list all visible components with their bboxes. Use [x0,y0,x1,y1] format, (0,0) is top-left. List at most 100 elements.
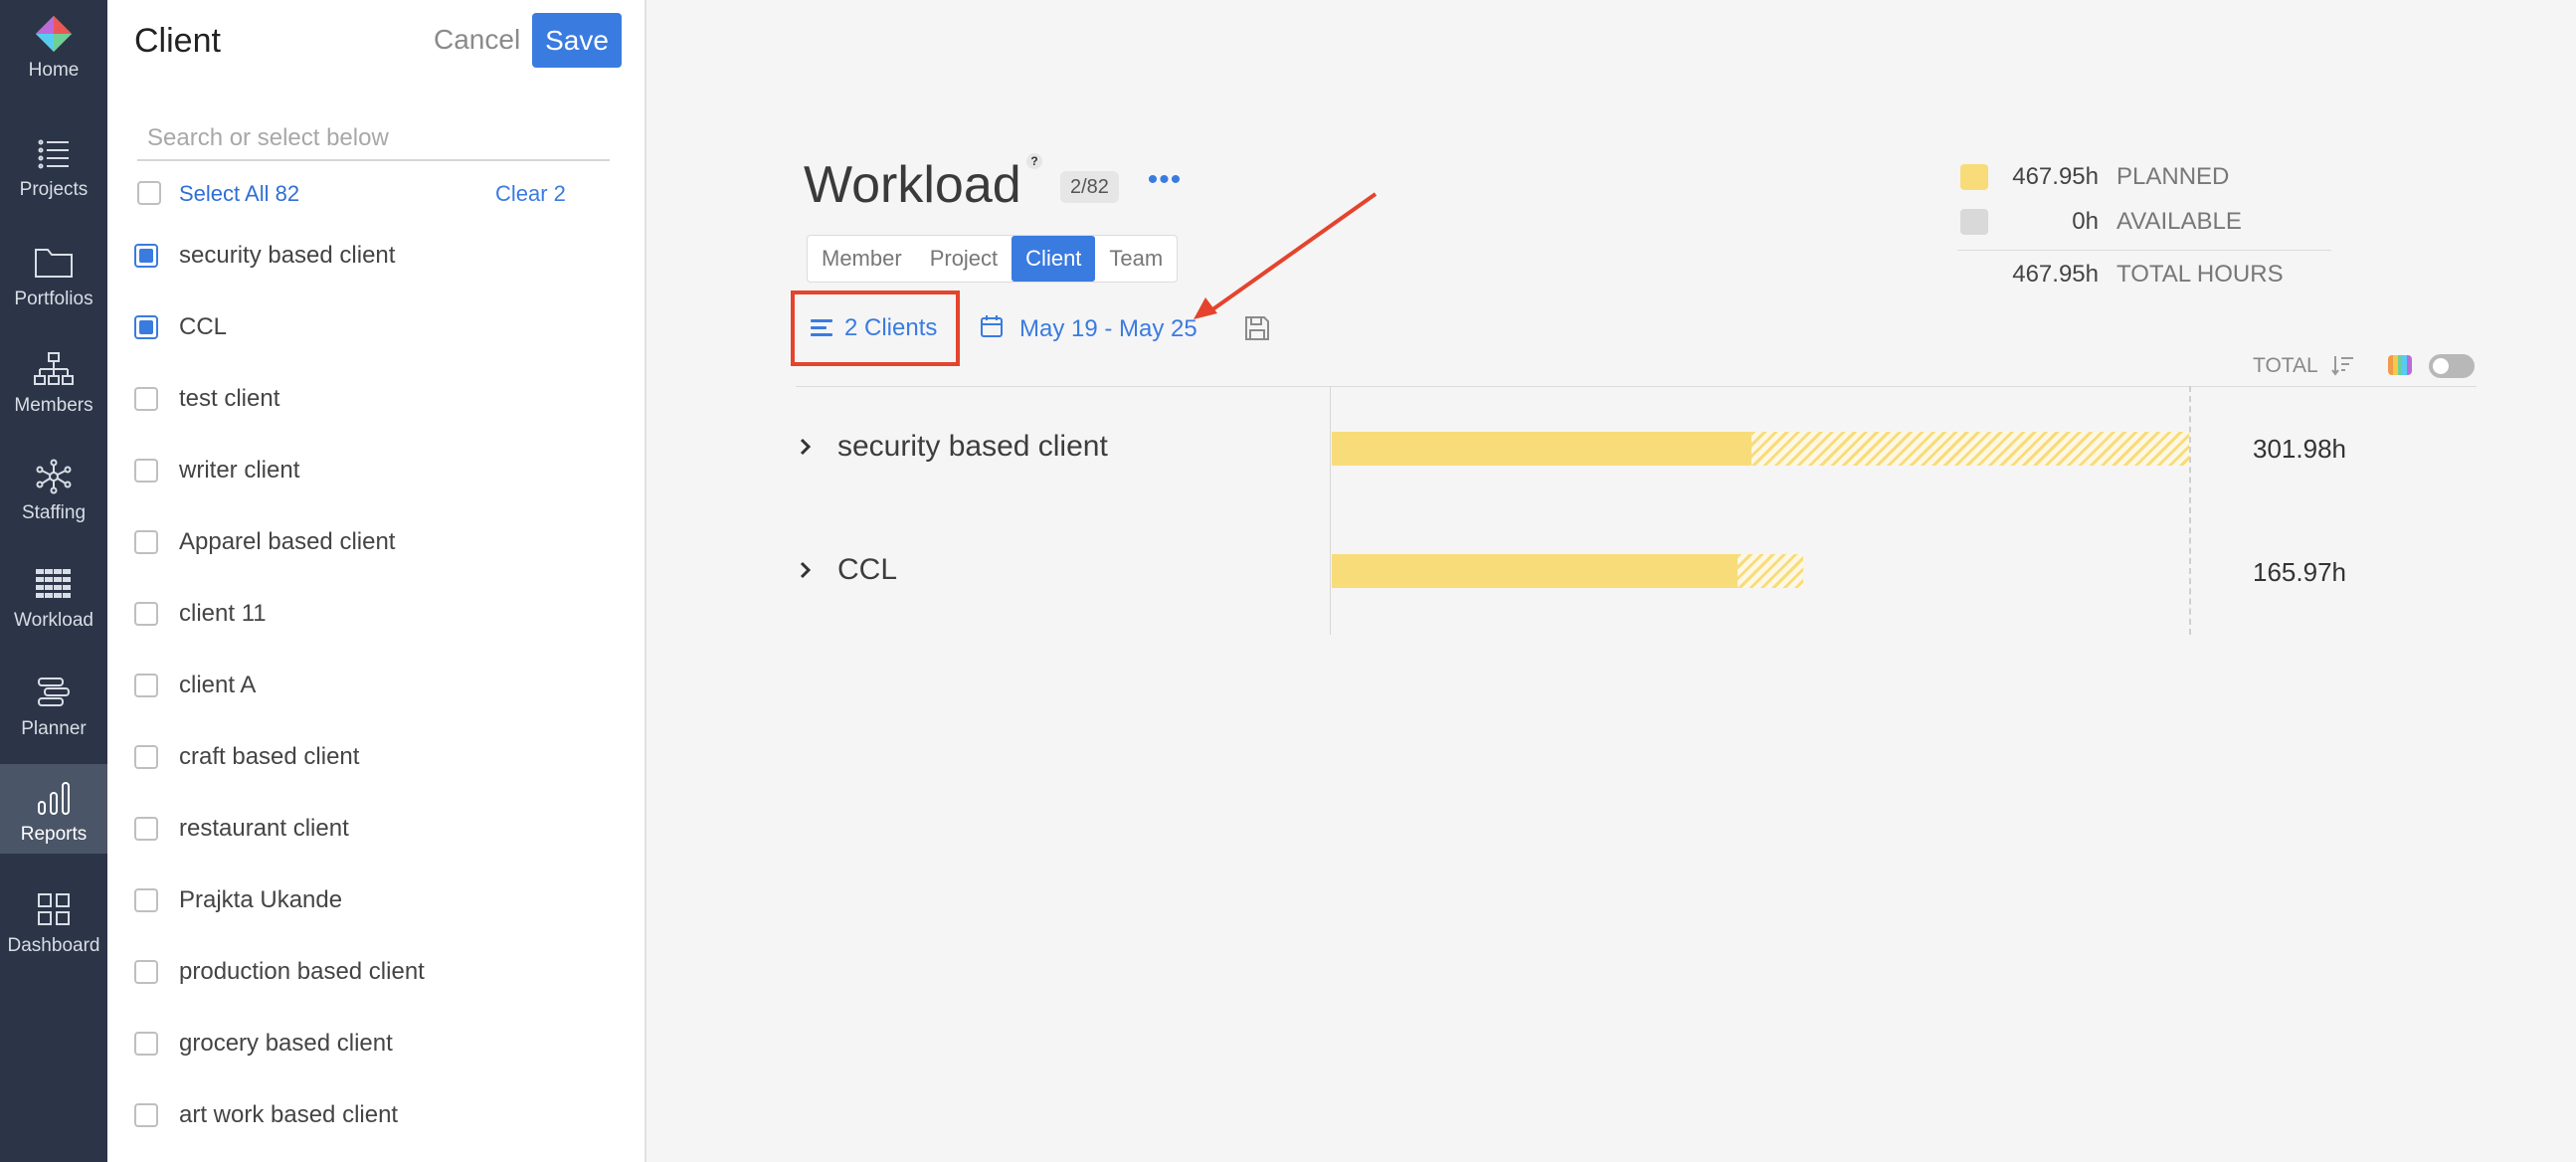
client-option[interactable]: Prajkta Ukande [134,871,602,930]
select-all-link[interactable]: Select All 82 [179,181,299,207]
client-option[interactable]: writer client [134,441,602,500]
planned-value: 467.95h [2012,163,2099,190]
nav-item-workload[interactable]: Workload [0,550,107,640]
client-option[interactable]: grocery based client [134,1014,602,1073]
available-label: AVAILABLE [2116,208,2242,235]
tab-project[interactable]: Project [916,236,1012,282]
planned-bar [1332,432,1751,466]
client-checkbox[interactable] [134,459,158,483]
annotation-arrow-icon [1194,192,1378,319]
search-input[interactable] [137,117,610,161]
nav-item-portfolios[interactable]: Portfolios [0,229,107,318]
clear-link[interactable]: Clear 2 [495,181,566,207]
grid-icon [34,564,74,604]
clients-filter-button[interactable]: 2 Clients [791,290,960,366]
planned-bar [1332,554,1738,588]
nav-label: Members [14,395,93,416]
view-tabs: Member Project Client Team [807,235,1179,283]
client-option[interactable]: production based client [134,942,602,1002]
chevron-right-icon [796,560,816,580]
panel-title: Client [134,22,221,60]
nav-item-projects[interactable]: Projects [0,119,107,209]
nav-label: Planner [21,718,87,739]
row-total: 165.97h [2253,557,2346,587]
select-all-checkbox[interactable] [137,181,161,205]
client-option-label: client A [179,672,257,698]
planned-bar-overflow [1751,432,2189,466]
client-checkbox[interactable] [134,1032,158,1056]
date-range-button[interactable]: May 19 - May 25 [980,314,1197,343]
client-option-label: test client [179,385,280,412]
legend-divider [1957,250,2331,251]
client-option[interactable]: Apparel based client [134,512,602,572]
planned-bar-overflow [1738,554,1803,588]
client-option[interactable]: restaurant client [134,799,602,859]
date-range-label: May 19 - May 25 [1019,314,1197,342]
client-option[interactable]: test client [134,369,602,429]
client-option[interactable]: art work based client [134,1085,602,1145]
client-row-name: security based client [837,430,1108,463]
tab-team[interactable]: Team [1095,236,1177,282]
bar-area-left-border [1330,386,1331,635]
nav-item-reports[interactable]: Reports [0,764,107,854]
planned-label: PLANNED [2116,163,2230,190]
client-checkbox[interactable] [134,817,158,841]
client-option[interactable]: client 11 [134,584,602,644]
tab-member[interactable]: Member [808,236,916,282]
client-option-label: art work based client [179,1101,399,1128]
nav-label: Workload [14,610,93,631]
nav-item-home[interactable]: Home [0,0,107,90]
client-row-toggle[interactable]: security based client [796,430,1108,464]
nav-label: Projects [19,179,89,200]
client-checkbox[interactable] [134,674,158,697]
client-checkbox[interactable] [134,530,158,554]
client-checkbox[interactable] [134,387,158,411]
client-row-toggle[interactable]: CCL [796,553,897,587]
left-nav: Home Projects Portfolios Members Staffin… [0,0,107,1162]
folder-icon [34,243,74,283]
nav-label: Dashboard [7,935,100,956]
nav-item-planner[interactable]: Planner [0,659,107,748]
planner-icon [34,673,74,712]
more-options-button[interactable]: ••• [1147,165,1183,205]
client-option-label: production based client [179,958,425,985]
nav-item-dashboard[interactable]: Dashboard [0,875,107,965]
filter-lines-icon [811,319,832,337]
client-checkbox[interactable] [134,244,158,268]
calendar-icon [980,314,1004,343]
nav-label: Home [28,60,80,81]
client-option[interactable]: security based client [134,226,602,286]
chevron-right-icon [796,437,816,457]
client-option[interactable]: CCL [134,297,602,357]
client-option-label: security based client [179,242,396,269]
client-option[interactable]: craft based client [134,727,602,787]
client-checkbox[interactable] [134,745,158,769]
client-option-label: CCL [179,313,228,340]
help-icon[interactable]: ? [1026,153,1042,169]
bar-chart-icon [34,778,74,818]
cancel-button[interactable]: Cancel [434,24,520,56]
total-hours-value: 467.95h [2012,261,2099,288]
nav-label: Reports [20,824,88,845]
client-option-label: client 11 [179,600,267,627]
client-checkbox[interactable] [134,960,158,984]
org-chart-icon [34,349,74,389]
nav-item-staffing[interactable]: Staffing [0,443,107,532]
tab-client[interactable]: Client [1012,236,1096,282]
sort-icon[interactable] [2331,354,2355,381]
client-option[interactable]: client A [134,656,602,715]
client-checkbox[interactable] [134,888,158,912]
client-option-label: writer client [179,457,300,484]
nav-label: Staffing [21,502,87,523]
client-checkbox[interactable] [134,1103,158,1127]
view-toggle[interactable] [2429,354,2475,378]
client-checkbox[interactable] [134,602,158,626]
color-legend-icon[interactable] [2388,355,2412,375]
nav-item-members[interactable]: Members [0,335,107,425]
logo-icon [34,14,74,54]
available-value: 0h [2072,208,2099,235]
grid-top-line [796,386,2477,387]
total-column-header: TOTAL [2253,354,2318,377]
save-button[interactable]: Save [532,13,622,68]
client-checkbox[interactable] [134,315,158,339]
